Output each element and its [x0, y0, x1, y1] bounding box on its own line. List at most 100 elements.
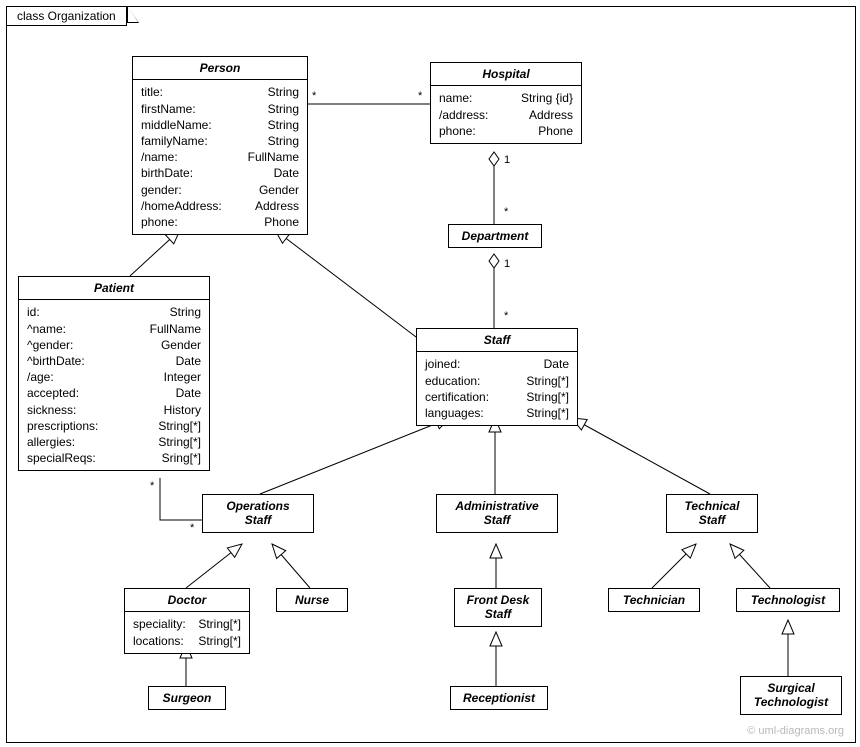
class-department: Department: [448, 224, 542, 248]
attr-type: String[*]: [158, 418, 201, 434]
attr-type: Address: [255, 198, 299, 214]
attr-type: FullName: [150, 321, 201, 337]
attr-type: History: [164, 402, 201, 418]
attr-name: education:: [425, 373, 480, 389]
attr-type: String: [170, 304, 201, 320]
attr-name: joined:: [425, 356, 460, 372]
multiplicity: *: [504, 310, 508, 322]
class-attrs: title:StringfirstName:StringmiddleName:S…: [133, 80, 307, 234]
attribute-row: firstName: String: [141, 101, 299, 117]
attr-name: birthDate:: [141, 165, 193, 181]
attr-name: ^birthDate:: [27, 353, 85, 369]
class-title: Technologist: [737, 589, 839, 611]
attribute-row: /address: Address: [439, 107, 573, 123]
attribute-row: phone: Phone: [439, 123, 573, 139]
attr-type: Date: [274, 165, 299, 181]
attr-type: Sring[*]: [162, 450, 201, 466]
attribute-row: sickness: History: [27, 402, 201, 418]
attribute-row: id: String: [27, 304, 201, 320]
attribute-row: /age:Integer: [27, 369, 201, 385]
attr-name: specialReqs:: [27, 450, 96, 466]
attr-name: speciality:: [133, 616, 186, 632]
attr-name: sickness:: [27, 402, 76, 418]
multiplicity: *: [418, 90, 422, 102]
attr-type: String[*]: [198, 633, 241, 649]
attr-type: String: [268, 84, 299, 100]
attr-name: id:: [27, 304, 40, 320]
attr-type: String: [268, 101, 299, 117]
watermark: © uml-diagrams.org: [747, 725, 844, 737]
attribute-row: locations: String[*]: [133, 633, 241, 649]
attr-name: familyName:: [141, 133, 208, 149]
package-label: class Organization: [17, 9, 116, 23]
attribute-row: ^name:FullName: [27, 321, 201, 337]
attr-type: FullName: [248, 149, 299, 165]
attr-name: locations:: [133, 633, 184, 649]
multiplicity: *: [312, 90, 316, 102]
multiplicity: *: [190, 522, 194, 534]
attr-type: Integer: [164, 369, 201, 385]
class-attrs: joined: Date education: String[*] certificat…: [417, 352, 577, 425]
class-title: Receptionist: [451, 687, 547, 709]
class-technologist: Technologist: [736, 588, 840, 612]
attr-type: Date: [176, 385, 201, 401]
attr-name: /homeAddress:: [141, 198, 222, 214]
package-tab-fold: [127, 6, 139, 23]
attr-type: Date: [176, 353, 201, 369]
class-attrs: id: String^name:FullName^gender: Gender ^bi…: [19, 300, 209, 470]
class-title: Surgical Technologist: [741, 677, 841, 714]
attr-type: Gender: [161, 337, 201, 353]
class-title: Doctor: [125, 589, 249, 612]
class-hospital: Hospital name: String {id} /address: Addres…: [430, 62, 582, 144]
attr-name: firstName:: [141, 101, 196, 117]
attr-name: allergies:: [27, 434, 75, 450]
attribute-row: speciality:String[*]: [133, 616, 241, 632]
attribute-row: name: String {id}: [439, 90, 573, 106]
class-title: Patient: [19, 277, 209, 300]
attribute-row: /homeAddress: Address: [141, 198, 299, 214]
class-staff: Staff joined:Dateeducation:String[*]cert…: [416, 328, 578, 426]
class-title: Technical Staff: [667, 495, 757, 532]
class-technical-staff: Technical Staff: [666, 494, 758, 533]
class-receptionist: Receptionist: [450, 686, 548, 710]
class-title: Nurse: [277, 589, 347, 611]
attr-name: languages:: [425, 405, 484, 421]
attr-name: /address:: [439, 107, 488, 123]
attr-type: String[*]: [526, 405, 569, 421]
class-title: Hospital: [431, 63, 581, 86]
multiplicity: *: [504, 206, 508, 218]
attribute-row: birthDate: Date: [141, 165, 299, 181]
attribute-row: familyName:String: [141, 133, 299, 149]
class-operations-staff: Operations Staff: [202, 494, 314, 533]
class-title: Operations Staff: [203, 495, 313, 532]
attr-type: String[*]: [526, 373, 569, 389]
attr-name: ^gender:: [27, 337, 73, 353]
attribute-row: middleName:String: [141, 117, 299, 133]
attr-name: prescriptions:: [27, 418, 98, 434]
attr-name: name:: [439, 90, 472, 106]
attr-type: Address: [529, 107, 573, 123]
class-nurse: Nurse: [276, 588, 348, 612]
attribute-row: accepted:Date: [27, 385, 201, 401]
class-attrs: name: String {id} /address: Address phone: Ph…: [431, 86, 581, 143]
attr-type: String {id}: [521, 90, 573, 106]
class-doctor: Doctor speciality:String[*]locations: Str…: [124, 588, 250, 654]
attribute-row: phone:Phone: [141, 214, 299, 230]
attr-type: Date: [544, 356, 569, 372]
attribute-row: prescriptions: String[*]: [27, 418, 201, 434]
multiplicity: 1: [504, 258, 510, 270]
class-attrs: speciality:String[*]locations: String[*]: [125, 612, 249, 652]
attr-name: /name:: [141, 149, 178, 165]
class-title: Front Desk Staff: [455, 589, 541, 626]
attr-type: Phone: [264, 214, 299, 230]
package-tab: class Organization: [6, 6, 127, 26]
class-patient: Patient id: String^name:FullName^gender: G…: [18, 276, 210, 471]
class-front-desk-staff: Front Desk Staff: [454, 588, 542, 627]
attribute-row: joined: Date: [425, 356, 569, 372]
attr-name: middleName:: [141, 117, 212, 133]
class-surgeon: Surgeon: [148, 686, 226, 710]
attr-name: phone:: [439, 123, 476, 139]
attr-type: Phone: [538, 123, 573, 139]
attr-name: certification:: [425, 389, 489, 405]
class-surgical-technologist: Surgical Technologist: [740, 676, 842, 715]
